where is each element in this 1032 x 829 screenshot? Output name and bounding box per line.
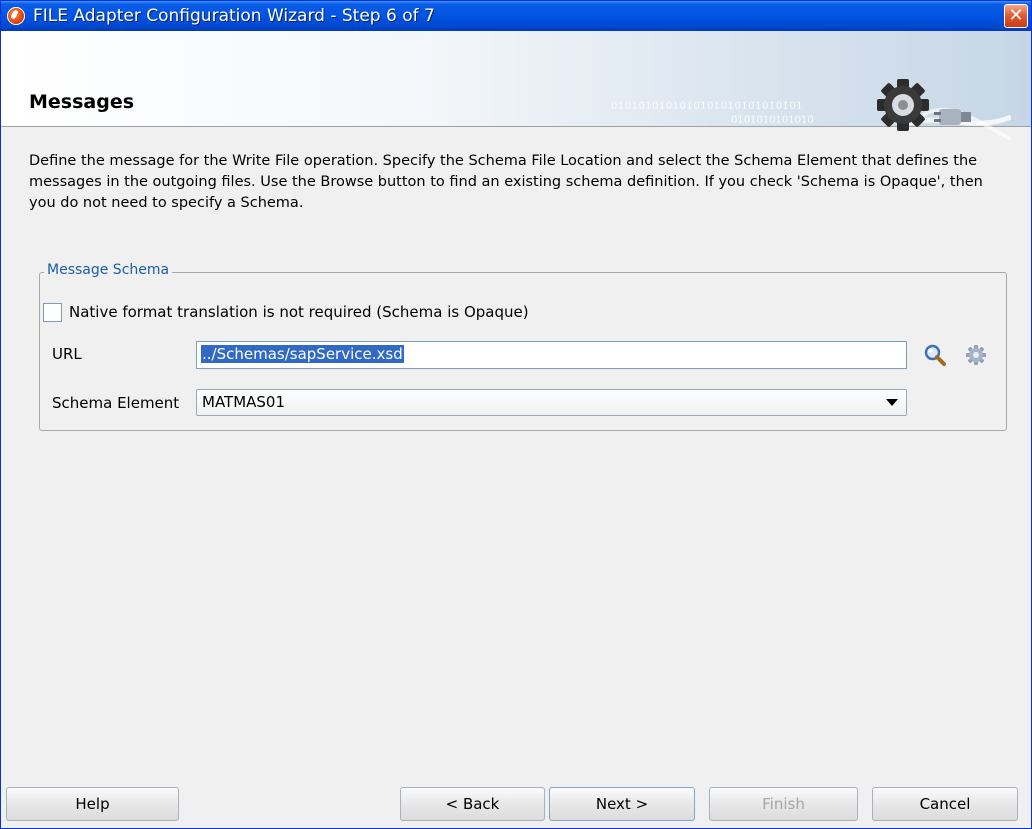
url-value[interactable]: ../Schemas/sapService.xsd (201, 345, 404, 363)
group-legend: Message Schema (44, 262, 173, 278)
step-description: Define the message for the Write File op… (29, 153, 983, 211)
schema-element-label: Schema Element (52, 394, 180, 412)
page-title: Messages (29, 91, 135, 113)
schema-element-value: MATMAS01 (202, 393, 286, 411)
search-icon[interactable] (923, 343, 947, 367)
close-button[interactable]: ✕ (1004, 4, 1028, 28)
help-button[interactable]: Help (6, 787, 179, 821)
binary-decoration-2: 0101010101010 (731, 115, 814, 126)
opaque-checkbox-label[interactable]: Native format translation is not require… (69, 303, 529, 321)
cancel-button[interactable]: Cancel (872, 787, 1018, 821)
gear-icon (877, 79, 1011, 141)
next-button[interactable]: Next > (549, 787, 695, 821)
opaque-checkbox[interactable] (43, 302, 62, 322)
window-title: FILE Adapter Configuration Wizard - Step… (33, 6, 435, 26)
app-icon (7, 7, 25, 25)
opaque-checkbox-row[interactable]: Native format translation is not require… (43, 302, 529, 322)
dropdown-arrow-icon[interactable] (886, 399, 898, 406)
back-button[interactable]: < Back (400, 787, 545, 821)
wizard-window: FILE Adapter Configuration Wizard - Step… (0, 0, 1032, 829)
title-bar[interactable]: FILE Adapter Configuration Wizard - Step… (1, 1, 1031, 31)
url-label: URL (52, 345, 82, 363)
url-field[interactable]: ../Schemas/sapService.xsd (196, 341, 907, 369)
wizard-banner: Messages 0101010101010101010101010101 01… (1, 31, 1031, 141)
binary-decoration: 0101010101010101010101010101 (611, 101, 804, 112)
finish-button[interactable]: Finish (709, 787, 858, 821)
schema-element-select[interactable]: MATMAS01 (196, 389, 907, 416)
gear-icon[interactable] (964, 343, 988, 367)
